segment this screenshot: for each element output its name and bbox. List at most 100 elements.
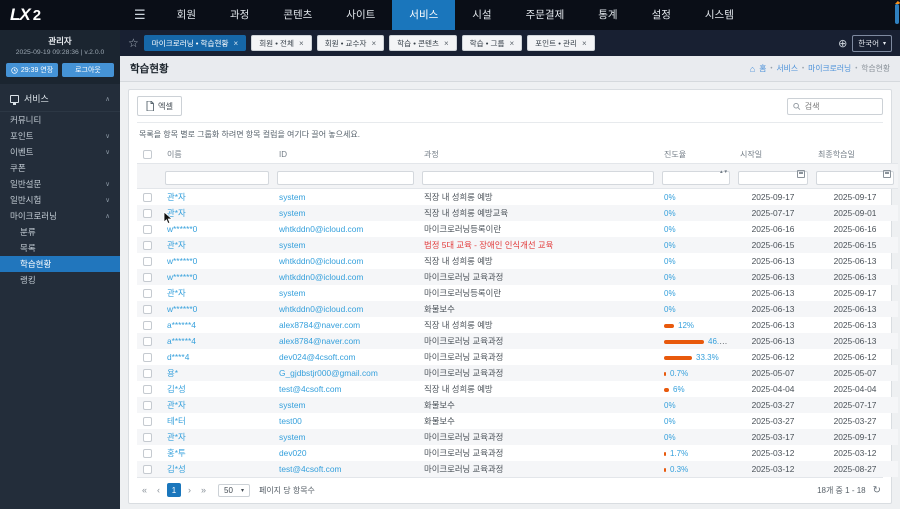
sidebar-subitem-랭킹[interactable]: 랭킹 <box>0 272 120 288</box>
workspace-tab[interactable]: 학습 • 콘텐츠 × <box>389 35 457 51</box>
id-link[interactable]: system <box>279 240 306 250</box>
workspace-tab[interactable]: 마이크로러닝 • 학습현황 × <box>143 35 247 51</box>
row-checkbox[interactable] <box>143 256 152 266</box>
id-link[interactable]: system <box>279 288 306 298</box>
sidebar-section-services[interactable]: 서비스 ∧ <box>0 84 120 112</box>
refresh-icon[interactable]: ↻ <box>873 485 881 496</box>
nav-item-사이트[interactable]: 사이트 <box>329 0 392 30</box>
close-icon[interactable]: × <box>582 39 587 48</box>
column-header-id[interactable]: ID <box>273 146 418 164</box>
row-checkbox[interactable] <box>143 304 152 314</box>
id-link[interactable]: system <box>279 432 306 442</box>
id-link[interactable]: alex8784@naver.com <box>279 320 360 330</box>
row-checkbox[interactable] <box>143 352 152 362</box>
session-extend-button[interactable]: 29:39 연장 <box>6 63 58 77</box>
name-link[interactable]: 관*자 <box>167 400 186 410</box>
id-link[interactable]: alex8784@naver.com <box>279 336 360 346</box>
app-logo[interactable]: LX 2 <box>0 0 900 25</box>
nav-item-시스템[interactable]: 시스템 <box>688 0 751 30</box>
id-link[interactable]: whtkddn0@icloud.com <box>279 224 363 234</box>
id-link[interactable]: system <box>279 400 306 410</box>
sidebar-item-마이크로러닝[interactable]: 마이크로러닝 ∧ <box>0 208 120 224</box>
row-checkbox[interactable] <box>143 224 152 234</box>
sidebar-subitem-학습현황[interactable]: 학습현황 <box>0 256 120 272</box>
current-page-button[interactable]: 1 <box>167 483 182 497</box>
name-link[interactable]: 테*터 <box>167 416 186 426</box>
name-link[interactable]: 홍*투 <box>167 448 186 458</box>
breadcrumb-item[interactable]: 서비스 <box>777 63 799 74</box>
id-link[interactable]: test@4csoft.com <box>279 384 342 394</box>
name-link[interactable]: 김*성 <box>167 464 186 474</box>
workspace-tab[interactable]: 회원 • 교수자 × <box>316 35 385 51</box>
nav-item-회원[interactable]: 회원 <box>160 0 213 30</box>
row-checkbox[interactable] <box>143 448 152 458</box>
close-icon[interactable]: × <box>509 39 514 48</box>
row-checkbox[interactable] <box>143 192 152 202</box>
name-link[interactable]: 관*자 <box>167 240 186 250</box>
id-link[interactable]: test@4csoft.com <box>279 464 342 474</box>
favorite-star-icon[interactable]: ☆ <box>128 36 139 50</box>
row-checkbox[interactable] <box>143 208 152 218</box>
row-checkbox[interactable] <box>143 272 152 282</box>
name-link[interactable]: 관*자 <box>167 432 186 442</box>
name-link[interactable]: 김*성 <box>167 384 186 394</box>
name-link[interactable]: a******4 <box>167 336 196 346</box>
id-link[interactable]: whtkddn0@icloud.com <box>279 272 363 282</box>
id-link[interactable]: dev024@4csoft.com <box>279 352 355 362</box>
name-link[interactable]: d****4 <box>167 352 189 362</box>
workspace-tab[interactable]: 학습 • 그룹 × <box>461 35 523 51</box>
last-page-button[interactable]: » <box>198 485 209 495</box>
sidebar-item-일반설문[interactable]: 일반설문 ∨ <box>0 176 120 192</box>
logout-button[interactable]: 로그아웃 <box>62 63 114 77</box>
sidebar-item-일반시험[interactable]: 일반시험 ∨ <box>0 192 120 208</box>
sidebar-item-쿠폰[interactable]: 쿠폰 <box>0 160 120 176</box>
column-header-last-date[interactable]: 최종학습일 <box>812 146 898 164</box>
excel-export-button[interactable]: 엑셀 <box>137 96 183 116</box>
nav-item-주문결제[interactable]: 주문결제 <box>509 0 582 30</box>
sidebar-subitem-목록[interactable]: 목록 <box>0 240 120 256</box>
column-header-progress[interactable]: 진도율 <box>658 146 734 164</box>
nav-item-통계[interactable]: 통계 <box>581 0 634 30</box>
column-header-start-date[interactable]: 시작일 <box>734 146 812 164</box>
language-select[interactable]: 한국어 ▾ <box>852 34 892 52</box>
close-icon[interactable]: × <box>372 39 377 48</box>
name-link[interactable]: w******0 <box>167 272 197 282</box>
row-checkbox[interactable] <box>143 288 152 298</box>
id-link[interactable]: system <box>279 192 306 202</box>
sidebar-item-커뮤니티[interactable]: 커뮤니티 <box>0 112 120 128</box>
number-spinner-icon[interactable]: ▲▼ <box>719 169 728 174</box>
sidebar-item-포인트[interactable]: 포인트 ∨ <box>0 128 120 144</box>
name-link[interactable]: w******0 <box>167 304 197 314</box>
id-link[interactable]: whtkddn0@icloud.com <box>279 256 363 266</box>
scrollbar-thumb[interactable] <box>895 4 899 24</box>
nav-item-시설[interactable]: 시설 <box>455 0 508 30</box>
row-checkbox[interactable] <box>143 464 152 474</box>
name-link[interactable]: 용* <box>167 368 178 378</box>
id-link[interactable]: dev020 <box>279 448 306 458</box>
name-link[interactable]: a******4 <box>167 320 196 330</box>
name-link[interactable]: w******0 <box>167 224 197 234</box>
column-header-course[interactable]: 과정 <box>418 146 658 164</box>
name-link[interactable]: 관*자 <box>167 192 186 202</box>
workspace-tab[interactable]: 회원 • 전체 × <box>251 35 312 51</box>
select-all-checkbox[interactable] <box>143 150 152 159</box>
id-link[interactable]: test00 <box>279 416 302 426</box>
column-header-name[interactable]: 이름 <box>161 146 273 164</box>
breadcrumb-item[interactable]: 홈 <box>759 63 766 74</box>
row-checkbox[interactable] <box>143 384 152 394</box>
next-page-button[interactable]: › <box>185 485 194 495</box>
name-link[interactable]: 관*자 <box>167 208 186 218</box>
calendar-icon[interactable] <box>883 170 891 178</box>
nav-item-과정[interactable]: 과정 <box>213 0 266 30</box>
calendar-icon[interactable] <box>797 170 805 178</box>
name-link[interactable]: 관*자 <box>167 288 186 298</box>
row-checkbox[interactable] <box>143 432 152 442</box>
breadcrumb-item[interactable]: 마이크로러닝 <box>808 63 851 74</box>
close-icon[interactable]: × <box>299 39 304 48</box>
id-link[interactable]: G_gjdbstjr000@gmail.com <box>279 368 378 378</box>
nav-item-콘텐츠[interactable]: 콘텐츠 <box>266 0 329 30</box>
row-checkbox[interactable] <box>143 416 152 426</box>
nav-item-설정[interactable]: 설정 <box>635 0 688 30</box>
per-page-select[interactable]: 50 ▾ <box>218 483 250 497</box>
row-checkbox[interactable] <box>143 240 152 250</box>
